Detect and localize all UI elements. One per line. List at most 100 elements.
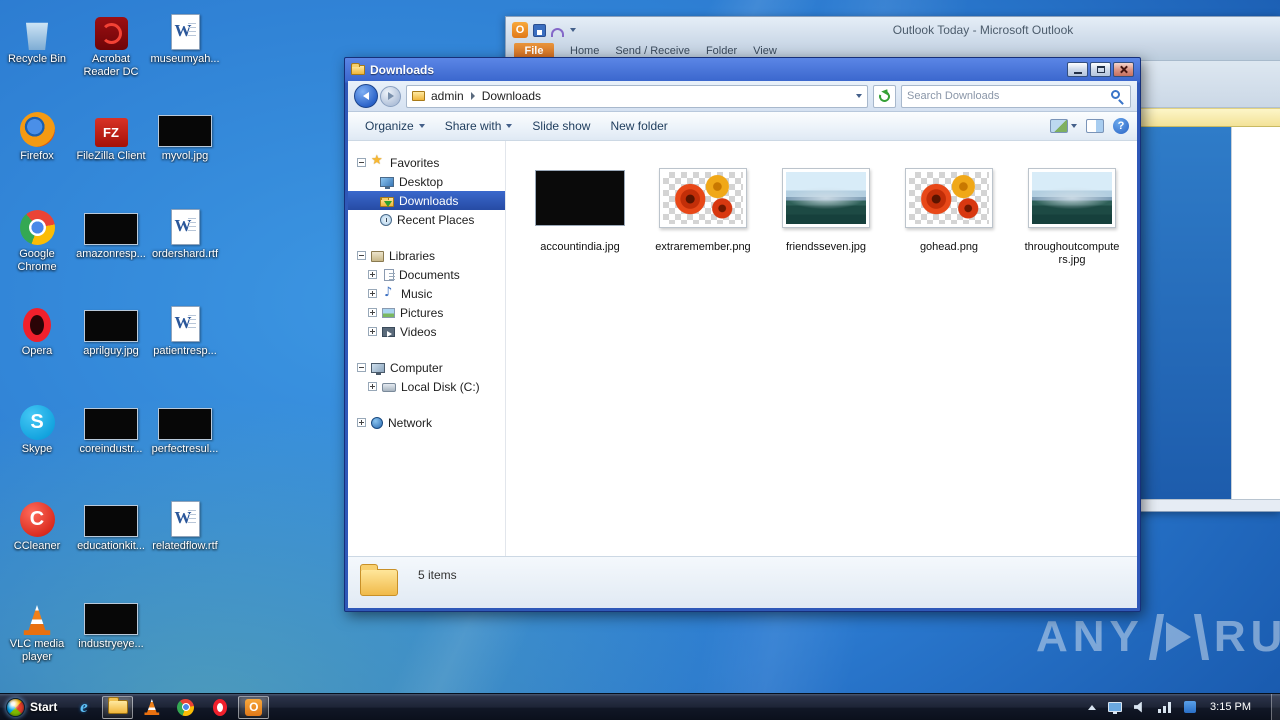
- search-input[interactable]: [907, 90, 1110, 102]
- desktop-icon-recycle-bin[interactable]: Recycle Bin: [0, 8, 74, 66]
- desktop-icon-vlc[interactable]: VLC media player: [0, 593, 74, 664]
- back-button[interactable]: [354, 84, 378, 108]
- file-item-extraremember[interactable]: extraremember.png: [645, 157, 761, 254]
- expand-icon[interactable]: [368, 327, 377, 336]
- desktop-icon-industryeye[interactable]: industryeye...: [74, 593, 148, 651]
- start-button[interactable]: Start: [0, 694, 68, 720]
- taskbar-opera[interactable]: [204, 696, 235, 719]
- taskbar-chrome[interactable]: [170, 696, 201, 719]
- taskbar-windows-explorer[interactable]: [102, 695, 134, 719]
- help-button[interactable]: [1113, 118, 1129, 134]
- file-item-gohead[interactable]: gohead.png: [891, 157, 1007, 254]
- desktop-icon-perfectresul[interactable]: perfectresul...: [148, 398, 222, 456]
- image-thumbnail-icon: [74, 398, 148, 440]
- chrome-icon: [177, 698, 195, 716]
- filezilla-icon: [74, 105, 148, 147]
- image-thumbnail-icon: [148, 398, 222, 440]
- file-item-friendsseven[interactable]: friendsseven.jpg: [768, 157, 884, 254]
- desktop-icon-educationkit[interactable]: educationkit...: [74, 495, 148, 553]
- desktop-icon-filezilla[interactable]: FileZilla Client: [74, 105, 148, 163]
- slide-show-label: Slide show: [532, 119, 591, 133]
- search-box[interactable]: [901, 84, 1131, 108]
- chevron-right-icon[interactable]: [470, 92, 475, 100]
- desktop-icon-museumyah[interactable]: museumyah...: [148, 8, 222, 66]
- minimize-button[interactable]: [1067, 62, 1088, 77]
- vlc-icon: [144, 699, 160, 715]
- expand-icon[interactable]: [368, 382, 377, 391]
- sidebar-item-music[interactable]: Music: [348, 284, 505, 303]
- breadcrumb-user[interactable]: admin: [429, 89, 466, 103]
- desktop-icon-relatedflow[interactable]: relatedflow.rtf: [148, 495, 222, 553]
- expand-icon[interactable]: [368, 289, 377, 298]
- anyrun-logo-icon: [1148, 614, 1209, 660]
- expand-icon[interactable]: [368, 308, 377, 317]
- undo-icon[interactable]: [551, 28, 564, 37]
- forward-button[interactable]: [380, 85, 401, 107]
- sidebar-item-computer[interactable]: Computer: [348, 358, 505, 377]
- volume-icon[interactable]: [1134, 701, 1142, 713]
- save-icon[interactable]: [533, 23, 546, 37]
- desktop-icon-opera[interactable]: Opera: [0, 300, 74, 358]
- show-desktop-button[interactable]: [1271, 694, 1280, 720]
- expand-icon[interactable]: [368, 270, 377, 279]
- explorer-titlebar[interactable]: Downloads: [348, 58, 1137, 81]
- sidebar-item-local-disk-c[interactable]: Local Disk (C:): [348, 377, 505, 396]
- preview-pane-button[interactable]: [1086, 119, 1104, 133]
- display-tray-icon[interactable]: [1108, 702, 1123, 714]
- network-icon[interactable]: [1158, 701, 1172, 713]
- anyrun-watermark: ANY RUN: [1036, 612, 1280, 662]
- desktop-icon-patientresp[interactable]: patientresp...: [148, 300, 222, 358]
- vlc-icon: [0, 593, 74, 635]
- taskbar-vlc[interactable]: [136, 696, 167, 719]
- address-dropdown-icon[interactable]: [856, 94, 862, 98]
- desktop-icon-skype[interactable]: Skype: [0, 398, 74, 456]
- sidebar-label: Recent Places: [397, 212, 475, 227]
- change-view-button[interactable]: [1050, 119, 1077, 133]
- sidebar-item-favorites[interactable]: Favorites: [348, 153, 505, 172]
- file-item-throughoutcomputers[interactable]: throughoutcomputers.jpg: [1014, 157, 1130, 267]
- new-folder-button[interactable]: New folder: [601, 115, 676, 137]
- desktop-icon-chrome[interactable]: Google Chrome: [0, 203, 74, 274]
- refresh-button[interactable]: [873, 84, 896, 108]
- sidebar-item-documents[interactable]: Documents: [348, 265, 505, 284]
- taskbar-clock[interactable]: 3:15 PM: [1210, 701, 1251, 713]
- breadcrumb-folder[interactable]: Downloads: [480, 89, 543, 103]
- sidebar-item-desktop[interactable]: Desktop: [348, 172, 505, 191]
- sidebar-item-libraries[interactable]: Libraries: [348, 246, 505, 265]
- sidebar-item-videos[interactable]: Videos: [348, 322, 505, 341]
- collapse-icon[interactable]: [357, 251, 366, 260]
- outlook-titlebar[interactable]: Outlook Today - Microsoft Outlook: [506, 17, 1280, 43]
- icon-label: ordershard.rtf: [151, 248, 219, 260]
- maximize-button[interactable]: [1090, 62, 1111, 77]
- file-item-accountindia[interactable]: accountindia.jpg: [522, 157, 638, 254]
- desktop-icon-ccleaner[interactable]: CCleaner: [0, 495, 74, 553]
- quick-access-dropdown-icon[interactable]: [570, 28, 576, 32]
- watermark-text-right: RUN: [1213, 612, 1280, 661]
- desktop-icon-myvol[interactable]: myvol.jpg: [148, 105, 222, 163]
- show-hidden-icons-button[interactable]: [1088, 704, 1097, 710]
- sidebar-item-recent-places[interactable]: Recent Places: [348, 210, 505, 229]
- share-with-button[interactable]: Share with: [436, 115, 522, 137]
- taskbar-internet-explorer[interactable]: [68, 696, 99, 719]
- desktop-icon-firefox[interactable]: Firefox: [0, 105, 74, 163]
- desktop-icon-ordershard[interactable]: ordershard.rtf: [148, 203, 222, 261]
- collapse-icon[interactable]: [357, 158, 366, 167]
- collapse-icon[interactable]: [357, 363, 366, 372]
- organize-button[interactable]: Organize: [356, 115, 434, 137]
- desktop-icon-amazonresp[interactable]: amazonresp...: [74, 203, 148, 261]
- slide-show-button[interactable]: Slide show: [523, 115, 599, 137]
- tray-icon[interactable]: [1184, 701, 1197, 713]
- explorer-window[interactable]: Downloads admin Downloads Search Downloa…: [344, 57, 1141, 612]
- desktop-icon-coreindustr[interactable]: coreindustr...: [74, 398, 148, 456]
- desktop-icon-acrobat[interactable]: Acrobat Reader DC: [74, 8, 148, 79]
- sidebar-item-network[interactable]: Network: [348, 413, 505, 432]
- close-button[interactable]: [1113, 62, 1134, 77]
- sidebar-item-downloads[interactable]: Downloads: [348, 191, 505, 210]
- address-bar[interactable]: admin Downloads: [406, 84, 868, 108]
- icon-label: CCleaner: [13, 540, 61, 552]
- expand-icon[interactable]: [357, 418, 366, 427]
- sidebar-item-pictures[interactable]: Pictures: [348, 303, 505, 322]
- desktop-icon-aprilguy[interactable]: aprilguy.jpg: [74, 300, 148, 358]
- taskbar-outlook[interactable]: [238, 695, 270, 719]
- search-icon[interactable]: [1110, 89, 1125, 105]
